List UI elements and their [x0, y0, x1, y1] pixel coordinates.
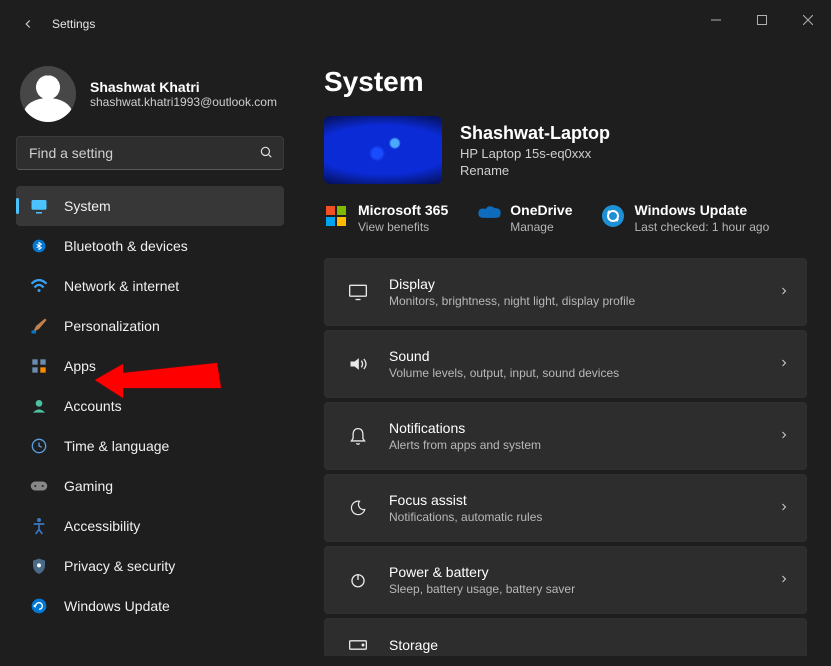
sidebar-item-network[interactable]: Network & internet — [16, 266, 284, 306]
card-desc: Monitors, brightness, night light, displ… — [389, 294, 635, 308]
drive-icon — [347, 637, 369, 653]
sidebar-item-accessibility[interactable]: Accessibility — [16, 506, 284, 546]
sidebar-item-time[interactable]: Time & language — [16, 426, 284, 466]
moon-icon — [347, 499, 369, 517]
sidebar-item-accounts[interactable]: Accounts — [16, 386, 284, 426]
rename-link[interactable]: Rename — [460, 163, 610, 178]
sidebar-item-gaming[interactable]: Gaming — [16, 466, 284, 506]
settings-card-focus[interactable]: Focus assist Notifications, automatic rul… — [324, 474, 807, 542]
device-name: Shashwat-Laptop — [460, 123, 610, 144]
chevron-right-icon — [778, 500, 790, 516]
gamepad-icon — [30, 477, 48, 495]
sidebar-item-apps[interactable]: Apps — [16, 346, 284, 386]
brush-icon — [30, 317, 48, 335]
bt-icon — [30, 237, 48, 255]
shield-icon — [30, 557, 48, 575]
service-title: OneDrive — [510, 202, 572, 218]
monitor-icon — [347, 283, 369, 301]
card-desc: Sleep, battery usage, battery saver — [389, 582, 575, 596]
chevron-right-icon — [778, 356, 790, 372]
profile-email: shashwat.khatri1993@outlook.com — [90, 95, 277, 109]
sidebar-item-personalization[interactable]: Personalization — [16, 306, 284, 346]
sidebar-item-label: Privacy & security — [64, 558, 175, 574]
m365-icon — [324, 204, 348, 228]
card-desc: Volume levels, output, input, sound devi… — [389, 366, 619, 380]
card-desc: Notifications, automatic rules — [389, 510, 542, 524]
settings-card-power[interactable]: Power & battery Sleep, battery usage, bat… — [324, 546, 807, 614]
settings-card-display[interactable]: Display Monitors, brightness, night light… — [324, 258, 807, 326]
profile-name: Shashwat Khatri — [90, 79, 277, 95]
sidebar-item-update[interactable]: Windows Update — [16, 586, 284, 626]
app-title: Settings — [52, 17, 95, 31]
sidebar-item-label: Bluetooth & devices — [64, 238, 188, 254]
minimize-button[interactable] — [693, 0, 739, 40]
service-m365[interactable]: Microsoft 365 View benefits — [324, 202, 448, 234]
sidebar-item-label: Network & internet — [64, 278, 179, 294]
avatar — [20, 66, 76, 122]
person-icon — [30, 397, 48, 415]
service-onedrive[interactable]: OneDrive Manage — [476, 202, 572, 234]
sidebar-item-bluetooth[interactable]: Bluetooth & devices — [16, 226, 284, 266]
wifi-icon — [30, 277, 48, 295]
service-title: Windows Update — [635, 202, 770, 218]
sync-icon — [30, 597, 48, 615]
clock-icon — [30, 437, 48, 455]
device-model: HP Laptop 15s-eq0xxx — [460, 146, 610, 161]
card-title: Sound — [389, 348, 619, 364]
bell-icon — [347, 426, 369, 446]
card-desc: Alerts from apps and system — [389, 438, 541, 452]
card-title: Notifications — [389, 420, 541, 436]
update-icon — [601, 204, 625, 228]
sidebar-item-label: Time & language — [64, 438, 169, 454]
card-title: Focus assist — [389, 492, 542, 508]
search-icon — [259, 145, 273, 162]
sidebar-item-label: Apps — [64, 358, 96, 374]
maximize-button[interactable] — [739, 0, 785, 40]
power-icon — [347, 571, 369, 589]
chevron-right-icon — [778, 428, 790, 444]
settings-card-storage[interactable]: Storage — [324, 618, 807, 656]
onedrive-icon — [476, 204, 500, 228]
close-button[interactable] — [785, 0, 831, 40]
card-title: Storage — [389, 637, 438, 653]
grid-icon — [30, 357, 48, 375]
device-thumbnail — [324, 116, 442, 184]
sidebar-item-system[interactable]: System — [16, 186, 284, 226]
access-icon — [30, 517, 48, 535]
service-update[interactable]: Windows Update Last checked: 1 hour ago — [601, 202, 770, 234]
settings-card-notifications[interactable]: Notifications Alerts from apps and system — [324, 402, 807, 470]
search-box[interactable] — [16, 136, 284, 170]
service-sub: View benefits — [358, 220, 448, 234]
page-title: System — [324, 66, 807, 98]
search-input[interactable] — [27, 144, 259, 162]
back-button[interactable] — [18, 14, 38, 34]
monitor-icon — [30, 197, 48, 215]
card-title: Display — [389, 276, 635, 292]
profile-block[interactable]: Shashwat Khatri shashwat.khatri1993@outl… — [16, 56, 284, 126]
service-sub: Manage — [510, 220, 572, 234]
card-title: Power & battery — [389, 564, 575, 580]
sidebar-item-label: Accessibility — [64, 518, 140, 534]
service-sub: Last checked: 1 hour ago — [635, 220, 770, 234]
sidebar-item-label: Personalization — [64, 318, 160, 334]
sidebar-item-label: Accounts — [64, 398, 122, 414]
sidebar-item-label: System — [64, 198, 111, 214]
sound-icon — [347, 355, 369, 373]
chevron-right-icon — [778, 284, 790, 300]
service-title: Microsoft 365 — [358, 202, 448, 218]
chevron-right-icon — [778, 572, 790, 588]
sidebar-item-label: Gaming — [64, 478, 113, 494]
sidebar-item-privacy[interactable]: Privacy & security — [16, 546, 284, 586]
sidebar-item-label: Windows Update — [64, 598, 170, 614]
settings-card-sound[interactable]: Sound Volume levels, output, input, sound… — [324, 330, 807, 398]
